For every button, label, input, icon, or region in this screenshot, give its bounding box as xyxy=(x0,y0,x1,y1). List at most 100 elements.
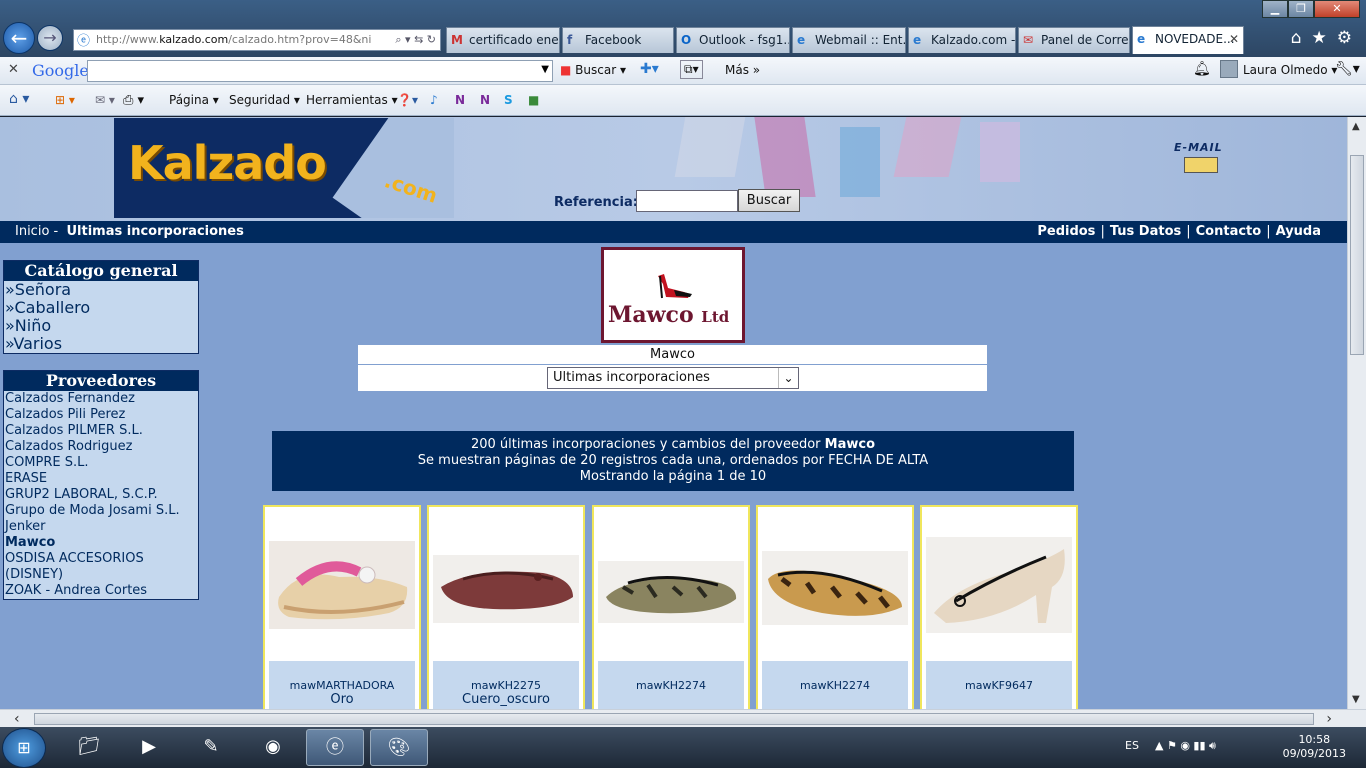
tab-panel-correo[interactable]: ✉ Panel de Corre... xyxy=(1018,27,1130,53)
provider-link[interactable]: Grupo de Moda Josami S.L. xyxy=(4,503,198,519)
paint-taskbar-icon[interactable]: 🎨︎ xyxy=(370,729,428,766)
provider-link[interactable]: COMPRE S.L. xyxy=(4,455,198,471)
tools-menu[interactable]: Herramientas ▾ xyxy=(306,93,398,107)
google-search-input[interactable]: ▼ xyxy=(87,60,553,82)
product-card[interactable]: mawKF9647 xyxy=(920,505,1078,709)
close-tab-icon[interactable]: ✕ xyxy=(1229,27,1239,52)
provider-link[interactable]: Jenker xyxy=(4,519,198,535)
product-card[interactable]: mawMARTHADORA Oro xyxy=(263,505,421,709)
product-image[interactable] xyxy=(269,527,415,637)
address-bar[interactable]: ⓔ http://www.kalzado.com/calzado.htm?pro… xyxy=(73,29,441,51)
home-icon[interactable]: ⌂ xyxy=(1291,28,1302,48)
product-image[interactable] xyxy=(598,527,744,637)
provider-link[interactable]: Calzados Pili Perez xyxy=(4,407,198,423)
kalzado-logo[interactable]: Kalzado .com xyxy=(114,118,454,218)
scroll-down-icon[interactable]: ▼ xyxy=(1352,694,1360,705)
scroll-up-icon[interactable]: ▲ xyxy=(1352,121,1360,132)
nav-link-contacto[interactable]: Contacto xyxy=(1196,224,1262,239)
nav-link-ayuda[interactable]: Ayuda xyxy=(1276,224,1321,239)
chrome-icon[interactable]: ◉ xyxy=(244,729,302,766)
security-menu[interactable]: Seguridad ▾ xyxy=(229,93,300,107)
chevron-down-icon[interactable]: ▼ xyxy=(541,64,549,75)
product-card[interactable]: mawKH2274 xyxy=(592,505,750,709)
tray-icons[interactable]: ▲ ⚑ ◉ ▮▮ 🔊︎ xyxy=(1155,739,1216,753)
screen: ▁ ❐ ✕ ← → ⓔ http://www.kalzado.com/calza… xyxy=(0,0,1366,768)
tab-outlook[interactable]: O Outlook - fsg1... xyxy=(676,27,790,53)
skype-icon[interactable]: S xyxy=(504,93,513,107)
tab-webmail[interactable]: e Webmail :: Ent... xyxy=(792,27,906,53)
print-icon[interactable]: ⎙ ▾ xyxy=(123,93,144,108)
chevron-down-icon[interactable]: ⌄ xyxy=(778,368,798,388)
product-image[interactable] xyxy=(762,527,908,637)
provider-logo-text: Mawco Ltd xyxy=(608,302,729,328)
tab-kalzado[interactable]: e Kalzado.com - ... xyxy=(908,27,1016,53)
user-menu[interactable]: Laura Olmedo ▾ xyxy=(1243,63,1337,77)
horizontal-scrollbar[interactable]: ‹ › xyxy=(0,709,1366,727)
plus-icon[interactable]: ✚▾ xyxy=(640,61,659,77)
page-menu[interactable]: Página ▾ xyxy=(169,93,219,107)
addon-green-icon[interactable]: ■ xyxy=(528,93,539,107)
forward-button[interactable]: → xyxy=(37,25,63,51)
language-indicator[interactable]: ES xyxy=(1125,739,1139,752)
vertical-scrollbar[interactable]: ▲ ▼ xyxy=(1347,117,1366,709)
settings-gear-icon[interactable]: ⚙ xyxy=(1337,28,1352,48)
mail-icon[interactable]: ✉ ▾ xyxy=(95,93,115,107)
onenote-send-icon[interactable]: N xyxy=(480,93,490,107)
scroll-thumb[interactable] xyxy=(1350,155,1364,355)
scroll-thumb[interactable] xyxy=(34,713,1314,725)
catalog-item-nino[interactable]: »Niño xyxy=(4,317,198,335)
tab-novedades[interactable]: e NOVEDADE... ✕ xyxy=(1132,26,1244,54)
email-link[interactable]: E-MAIL xyxy=(1174,141,1230,177)
nav-link-pedidos[interactable]: Pedidos xyxy=(1037,224,1095,239)
maximize-button[interactable]: ❐ xyxy=(1288,0,1314,18)
product-image[interactable] xyxy=(926,527,1072,637)
scroll-left-icon[interactable]: ‹ xyxy=(14,711,20,727)
nav-link-tus-datos[interactable]: Tus Datos xyxy=(1110,224,1181,239)
provider-link[interactable]: (DISNEY) xyxy=(4,567,198,583)
scroll-right-icon[interactable]: › xyxy=(1326,711,1332,727)
provider-link[interactable]: Calzados PILMER S.L. xyxy=(4,423,198,439)
explorer-icon[interactable]: 📁︎ xyxy=(60,729,118,766)
provider-link[interactable]: GRUP2 LABORAL, S.C.P. xyxy=(4,487,198,503)
provider-link[interactable]: ERASE xyxy=(4,471,198,487)
start-button[interactable]: ⊞ xyxy=(2,728,46,768)
ie-taskbar-icon[interactable]: ⓔ xyxy=(306,729,364,766)
provider-link-selected[interactable]: Mawco xyxy=(4,535,198,551)
back-button[interactable]: ← xyxy=(3,22,35,54)
reference-search-button[interactable]: Buscar xyxy=(738,189,800,212)
provider-link[interactable]: OSDISA ACCESORIOS xyxy=(4,551,198,567)
minimize-button[interactable]: ▁ xyxy=(1262,0,1288,18)
listing-select[interactable]: Ultimas incorporaciones ⌄ xyxy=(547,367,799,389)
provider-link[interactable]: Calzados Fernandez xyxy=(4,391,198,407)
tab-facebook[interactable]: f Facebook xyxy=(562,27,674,53)
clock[interactable]: 10:58 09/09/2013 xyxy=(1283,733,1346,761)
product-caption: mawKH2275 Cuero_oscuro xyxy=(433,661,579,709)
product-image[interactable] xyxy=(433,527,579,637)
provider-link[interactable]: Calzados Rodriguez xyxy=(4,439,198,455)
more-button[interactable]: Más » xyxy=(725,63,760,77)
reference-input[interactable] xyxy=(636,190,738,212)
catalog-item-senora[interactable]: »Señora xyxy=(4,281,198,299)
paint-app-icon[interactable]: ✎ xyxy=(182,729,240,766)
product-card[interactable]: mawKH2275 Cuero_oscuro xyxy=(427,505,585,709)
bell-icon[interactable]: 🔔︎ xyxy=(1193,61,1211,77)
rss-icon[interactable]: ⊞ ▾ xyxy=(55,93,75,107)
provider-link[interactable]: ZOAK - Andrea Cortes xyxy=(4,583,198,599)
catalog-item-varios[interactable]: »Varios xyxy=(4,335,198,353)
address-actions-icon[interactable]: ⌕ ▾ ⇆ ↻ xyxy=(395,30,436,50)
wrench-icon[interactable]: 🔧︎▾ xyxy=(1335,61,1360,77)
close-toolbar-icon[interactable]: ✕ xyxy=(8,62,19,77)
addon-icon[interactable]: ♪ xyxy=(430,93,438,107)
favorites-star-icon[interactable]: ★ xyxy=(1312,28,1327,48)
nav-home-link[interactable]: Inicio - xyxy=(15,224,58,239)
home-icon[interactable]: ⌂ ▾ xyxy=(9,91,29,107)
catalog-item-caballero[interactable]: »Caballero xyxy=(4,299,198,317)
tab-gmail[interactable]: Mcertificado ene... xyxy=(446,27,560,53)
window-icon[interactable]: ⧉▾ xyxy=(680,60,703,79)
help-icon[interactable]: ❓▾ xyxy=(397,93,418,107)
google-search-button[interactable]: ■ Buscar ▾ xyxy=(560,63,626,77)
media-player-icon[interactable]: ▶ xyxy=(120,729,178,766)
close-window-button[interactable]: ✕ xyxy=(1314,0,1360,18)
product-card[interactable]: mawKH2274 xyxy=(756,505,914,709)
onenote-icon[interactable]: N xyxy=(455,93,465,107)
